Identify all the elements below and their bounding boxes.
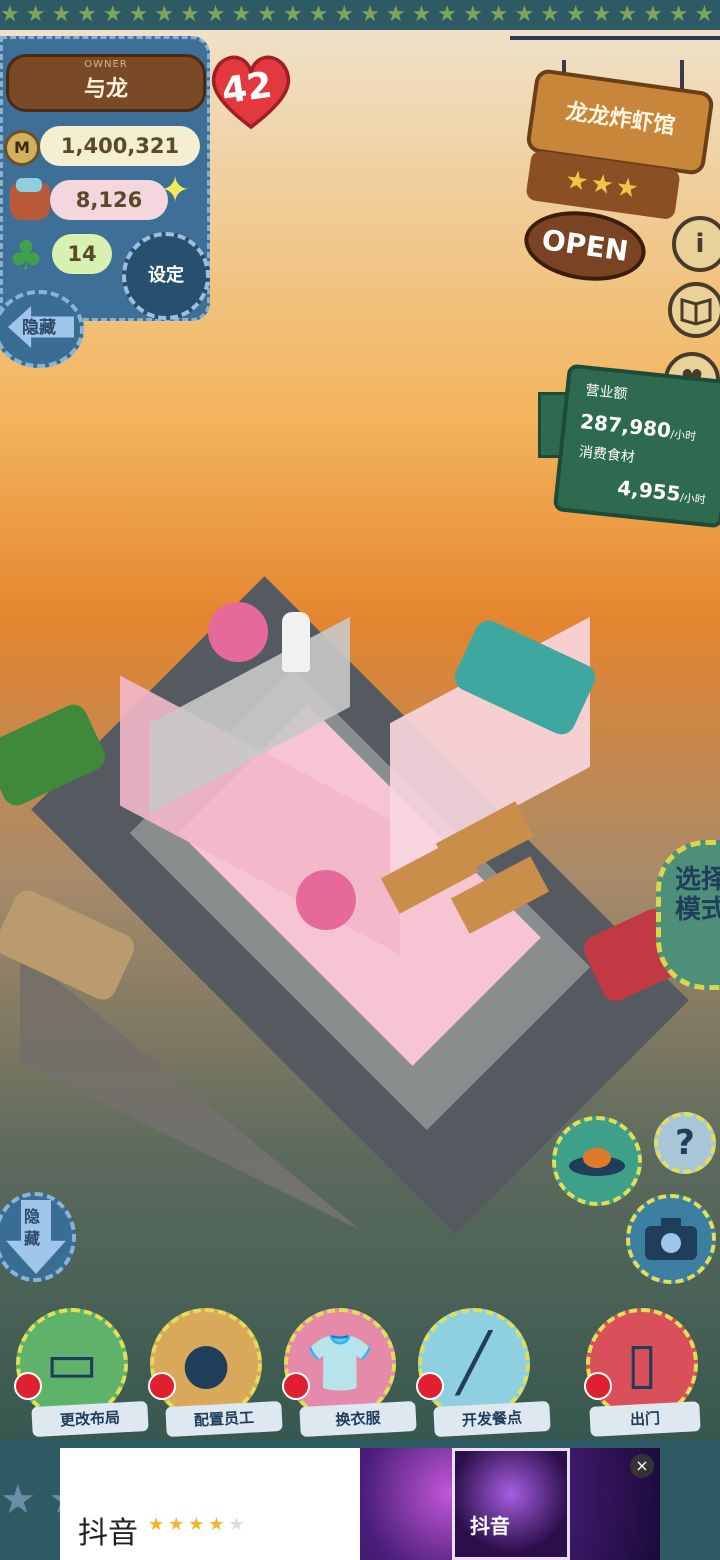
knife-icon: ╱ — [457, 1331, 491, 1396]
food-consumption-value: 4,955/小时 — [616, 475, 707, 508]
shirt-icon: 👕 — [305, 1331, 375, 1396]
revenue-number: 287,980 — [578, 409, 673, 443]
ad-rating-filled: ★★★★ — [148, 1514, 229, 1535]
money-counter: 1,400,321 — [40, 126, 200, 166]
revenue-unit: /小时 — [669, 427, 697, 444]
ad-rating: ★★★★★ — [148, 1514, 249, 1535]
owner-tag: OWNER — [84, 59, 128, 70]
change-layout-button[interactable]: ▭ 更改布局 — [10, 1308, 149, 1438]
book-icon — [680, 298, 712, 326]
action-label: 换衣服 — [299, 1400, 417, 1438]
food-consumption-label: 消费食材 — [578, 444, 636, 466]
ufo-button[interactable] — [552, 1116, 642, 1206]
revenue-board: 营业额 287,980/小时 消费食材 4,955/小时 — [552, 363, 720, 529]
pin-icon — [14, 1372, 42, 1400]
ad-logo: 抖音 — [470, 1514, 510, 1538]
pink-tree-decoration[interactable] — [208, 602, 268, 662]
hide-top-label: 隐藏 — [22, 318, 56, 338]
pin-icon — [282, 1372, 310, 1400]
camera-icon — [645, 1218, 697, 1260]
clover-counter: 14 — [52, 234, 112, 274]
action-label: 出门 — [589, 1401, 701, 1437]
coin-icon: M — [4, 130, 40, 166]
sparkle-icon: ✦ — [160, 170, 191, 211]
food-counter: 8,126 — [50, 180, 168, 220]
book-button[interactable] — [668, 282, 720, 338]
ad-image[interactable]: 抖音 — [360, 1448, 660, 1560]
action-label: 配置员工 — [165, 1400, 283, 1438]
table-icon: ▭ — [45, 1331, 99, 1396]
food-basket-icon-top — [16, 178, 42, 192]
food-consumption-unit: /小时 — [679, 490, 707, 507]
owner-name: 与龙 — [83, 77, 128, 102]
info-button[interactable]: i — [672, 216, 720, 272]
staff-config-button[interactable]: ● 配置员工 — [144, 1308, 283, 1438]
go-out-button[interactable]: ▯ 出门 — [580, 1308, 701, 1438]
top-star-border: ★★★★★★★★★★★★★★★★★★★★★★★★★★★★★★ — [0, 0, 720, 30]
ad-rating-empty: ★ — [228, 1514, 249, 1535]
pin-icon — [416, 1372, 444, 1400]
help-button[interactable]: ? — [654, 1112, 716, 1174]
ufo-icon — [569, 1148, 625, 1176]
select-mode-button[interactable]: 选择模式 — [656, 840, 720, 990]
owner-nameplate[interactable]: OWNER 与龙 — [6, 54, 206, 112]
develop-dish-button[interactable]: ╱ 开发餐点 — [412, 1308, 551, 1438]
pin-icon — [584, 1372, 612, 1400]
revenue-label: 营业额 — [584, 382, 629, 403]
pink-tree-decoration[interactable] — [296, 870, 356, 930]
food-consumption-number: 4,955 — [616, 475, 682, 506]
close-icon[interactable]: × — [630, 1454, 654, 1478]
revenue-value: 287,980/小时 — [579, 409, 698, 445]
milk-bottle-decoration — [282, 612, 310, 672]
action-label: 开发餐点 — [433, 1400, 551, 1438]
bear-icon: ● — [181, 1331, 231, 1396]
ad-phone-image — [452, 1448, 570, 1560]
sign-bracket — [510, 36, 720, 66]
clover-icon: ♣ — [8, 233, 44, 279]
ad-title: 抖音 — [78, 1516, 138, 1551]
action-label: 更改布局 — [31, 1400, 149, 1438]
door-icon: ▯ — [626, 1331, 658, 1396]
change-clothes-button[interactable]: 👕 换衣服 — [278, 1308, 417, 1438]
hide-bottom-label: 隐藏 — [24, 1207, 41, 1248]
settings-button[interactable]: 设定 — [122, 232, 210, 320]
ad-banner[interactable]: 抖音 ★★★★★ 抖音 × — [60, 1448, 660, 1560]
pin-icon — [148, 1372, 176, 1400]
camera-button[interactable] — [626, 1194, 716, 1284]
